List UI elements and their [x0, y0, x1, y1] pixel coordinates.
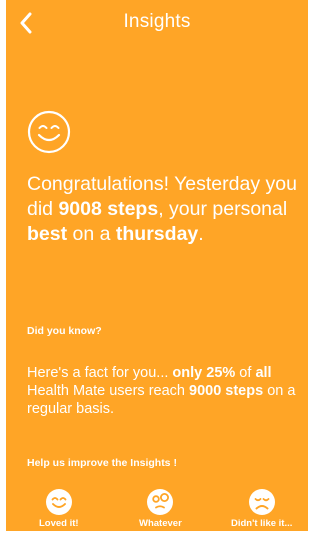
- fact-all: all: [255, 365, 272, 381]
- insight-headline: Congratulations! Yesterday you did 9008 …: [27, 172, 303, 247]
- loved-it-button[interactable]: Loved it!: [39, 488, 79, 529]
- fact-text-3: Health Mate users reach: [27, 383, 189, 399]
- whatever-label: Whatever: [139, 518, 182, 529]
- didnt-like-it-button[interactable]: Didn't like it...: [231, 488, 292, 529]
- headline-text-4: .: [198, 223, 204, 245]
- headline-day: thursday: [115, 223, 199, 245]
- fact-text-1: Here's a fact for you...: [27, 365, 173, 381]
- fact-steps: 9000 steps: [189, 383, 264, 399]
- sad-face-icon: [248, 489, 275, 515]
- didnt-like-it-label: Didn't like it...: [231, 518, 293, 529]
- happy-face-icon: [45, 489, 72, 515]
- headline-text-2: , your personal: [158, 198, 288, 220]
- loved-it-label: Loved it!: [39, 518, 79, 529]
- headline-steps: 9008 steps: [58, 198, 159, 220]
- feedback-label: Help us improve the Insights !: [27, 457, 177, 469]
- whatever-button[interactable]: Whatever: [139, 488, 182, 529]
- fact-percent: only 25%: [172, 365, 236, 381]
- fact-text-2: of: [235, 365, 256, 381]
- headline-best: best: [27, 223, 68, 245]
- page-title: Insights: [123, 11, 191, 32]
- headline-text-3: on a: [67, 223, 116, 245]
- insights-screen: Insights Congratulations! Yesterday you …: [6, 0, 308, 531]
- fact-text: Here's a fact for you... only 25% of all…: [27, 364, 307, 418]
- confused-face-icon: [147, 489, 174, 515]
- did-you-know-label: Did you know?: [27, 325, 102, 337]
- header: Insights: [6, 0, 308, 46]
- smiley-icon: [27, 110, 71, 154]
